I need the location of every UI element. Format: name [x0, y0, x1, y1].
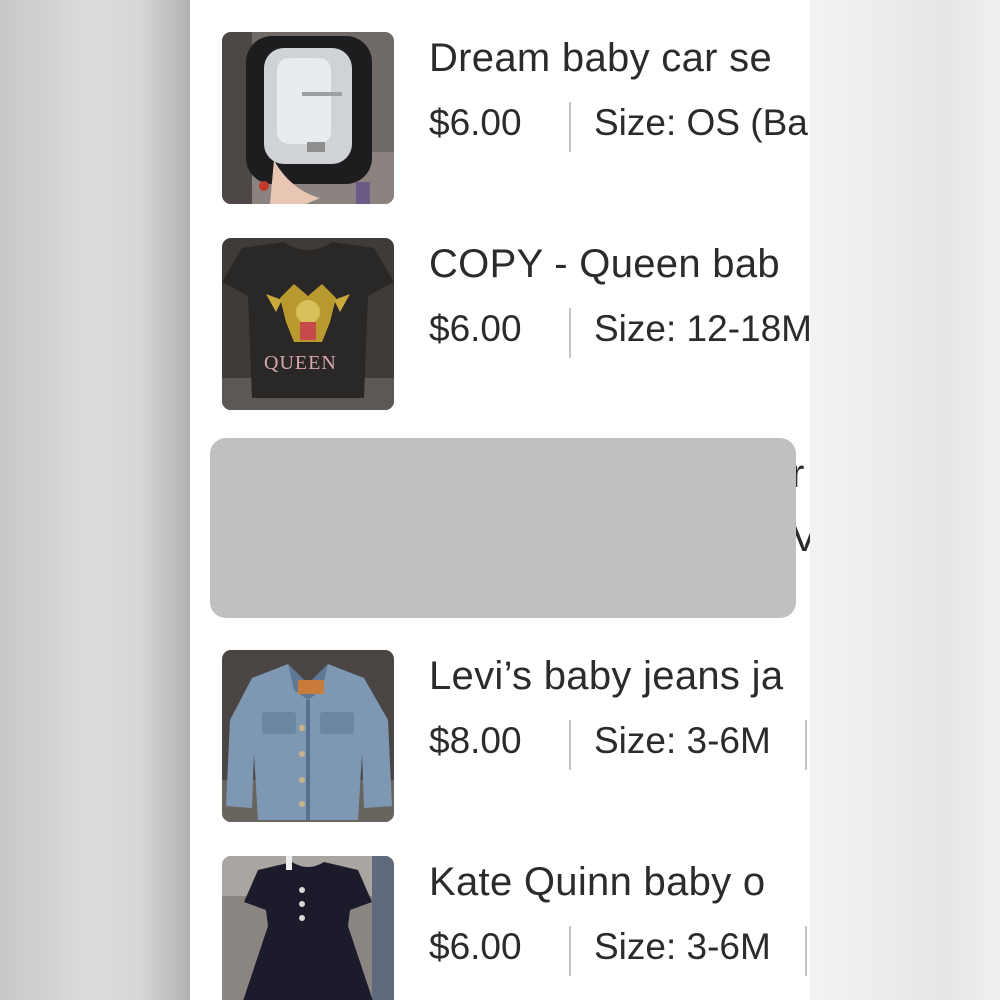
- size-divider-trailing: [805, 720, 807, 770]
- listing-screen[interactable]: Dream baby car se $6.00 Size: OS (Ba QUE…: [190, 0, 810, 1000]
- car-seat-mirror-thumbnail[interactable]: [222, 32, 394, 204]
- listing-title[interactable]: Levi’s baby jeans ja: [429, 654, 783, 699]
- listing-item[interactable]: Levi’s baby jeans ja $8.00 Size: 3-6M: [222, 650, 810, 822]
- price-size-divider: [569, 720, 571, 770]
- price-size-divider: [569, 102, 571, 152]
- listing-price: $6.00: [429, 926, 522, 967]
- listing-size: Size: 12-18M: [594, 308, 810, 349]
- listing-size: Size: 3-6M: [594, 720, 771, 761]
- black-dress-thumbnail[interactable]: [222, 856, 394, 1000]
- listing-item[interactable]: QUEEN COPY - Queen bab $6.00 Size: 12-18…: [222, 238, 810, 410]
- listing-size: Size: 3-6M: [594, 926, 771, 967]
- listing-price: $6.00: [429, 102, 522, 143]
- listing-price: $8.00: [429, 720, 522, 761]
- size-divider-trailing: [805, 926, 807, 976]
- listing-title[interactable]: Kate Quinn baby o: [429, 860, 765, 905]
- car-seat-mirror-photo-icon: [222, 32, 394, 204]
- listing-title[interactable]: Dream baby car se: [429, 36, 772, 81]
- denim-jacket-thumbnail[interactable]: [222, 650, 394, 822]
- queen-print-text: QUEEN: [264, 352, 337, 374]
- background-right: [810, 0, 1000, 1000]
- redacted-listing: [210, 438, 796, 618]
- listing-size: Size: OS (Ba: [594, 102, 808, 143]
- price-size-divider: [569, 308, 571, 358]
- listing-price: $6.00: [429, 308, 522, 349]
- black-dress-photo-icon: [222, 856, 394, 1000]
- listing-title[interactable]: COPY - Queen bab: [429, 242, 780, 287]
- denim-jacket-photo-icon: [222, 650, 394, 822]
- queen-tshirt-photo-icon: [222, 238, 394, 410]
- listing-item[interactable]: Dream baby car se $6.00 Size: OS (Ba: [222, 32, 810, 204]
- listing-item[interactable]: Kate Quinn baby o $6.00 Size: 3-6M: [222, 856, 810, 1000]
- price-size-divider: [569, 926, 571, 976]
- queen-tshirt-thumbnail[interactable]: QUEEN: [222, 238, 394, 410]
